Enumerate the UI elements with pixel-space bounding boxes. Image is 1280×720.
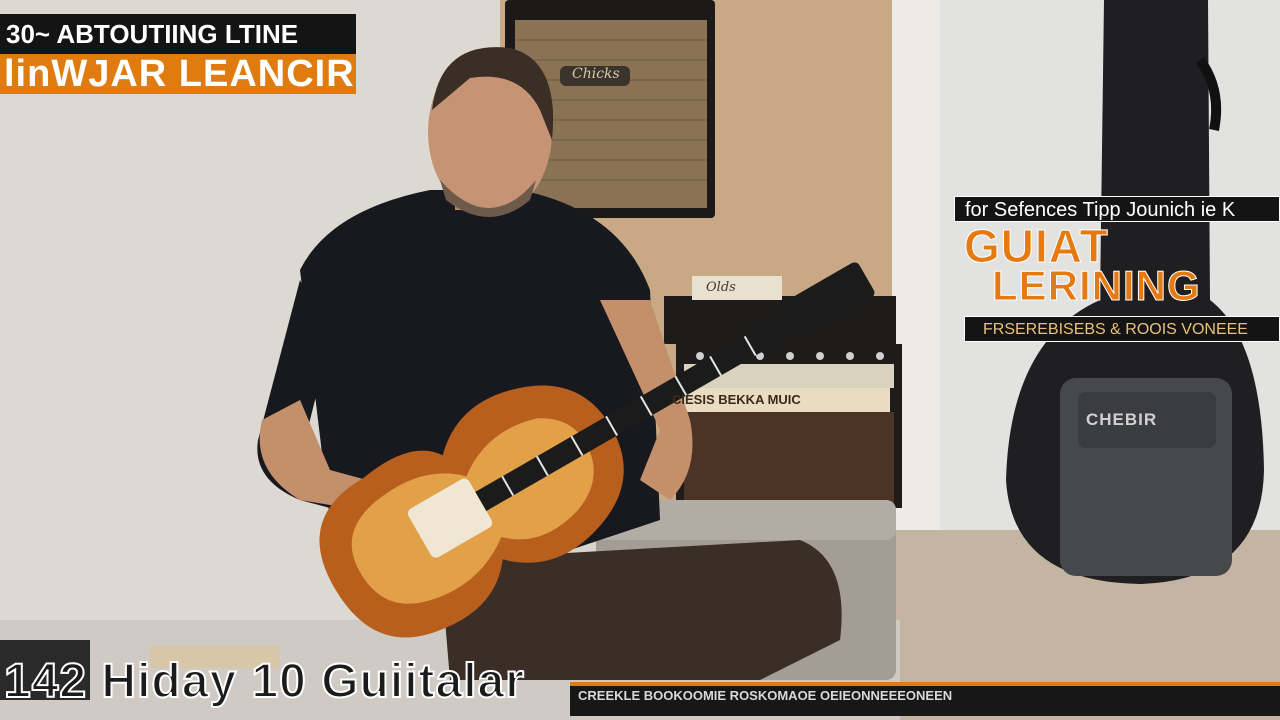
amp-front-label: CIESIS BEKKA MUIC bbox=[672, 392, 801, 407]
bottom-caption: 142 Hiday 10 Guiitalar bbox=[3, 654, 525, 709]
right-subtitle: FRSEREBISEBS & ROOIS VONEEE bbox=[964, 316, 1280, 342]
right-title-line2: LERINING bbox=[992, 262, 1201, 309]
headline-banner-bottom: linWJAR LEANCIR bbox=[0, 54, 356, 94]
scene-background bbox=[0, 0, 1280, 720]
bottom-ticker-text: CREEKLE BOOKOOMIE ROSKOMAOE OEIEONNEEEON… bbox=[578, 688, 953, 703]
amp-brand-text: Chicks bbox=[572, 66, 620, 82]
right-tagline: for Sefences Tipp Jounich ie K bbox=[954, 196, 1280, 222]
headline-banner-top: 30~ ABTOUTIING LTINE bbox=[0, 14, 356, 54]
amp-badge-text: Olds bbox=[706, 280, 736, 295]
gig-bag-patch: CHEBIR bbox=[1086, 410, 1158, 429]
